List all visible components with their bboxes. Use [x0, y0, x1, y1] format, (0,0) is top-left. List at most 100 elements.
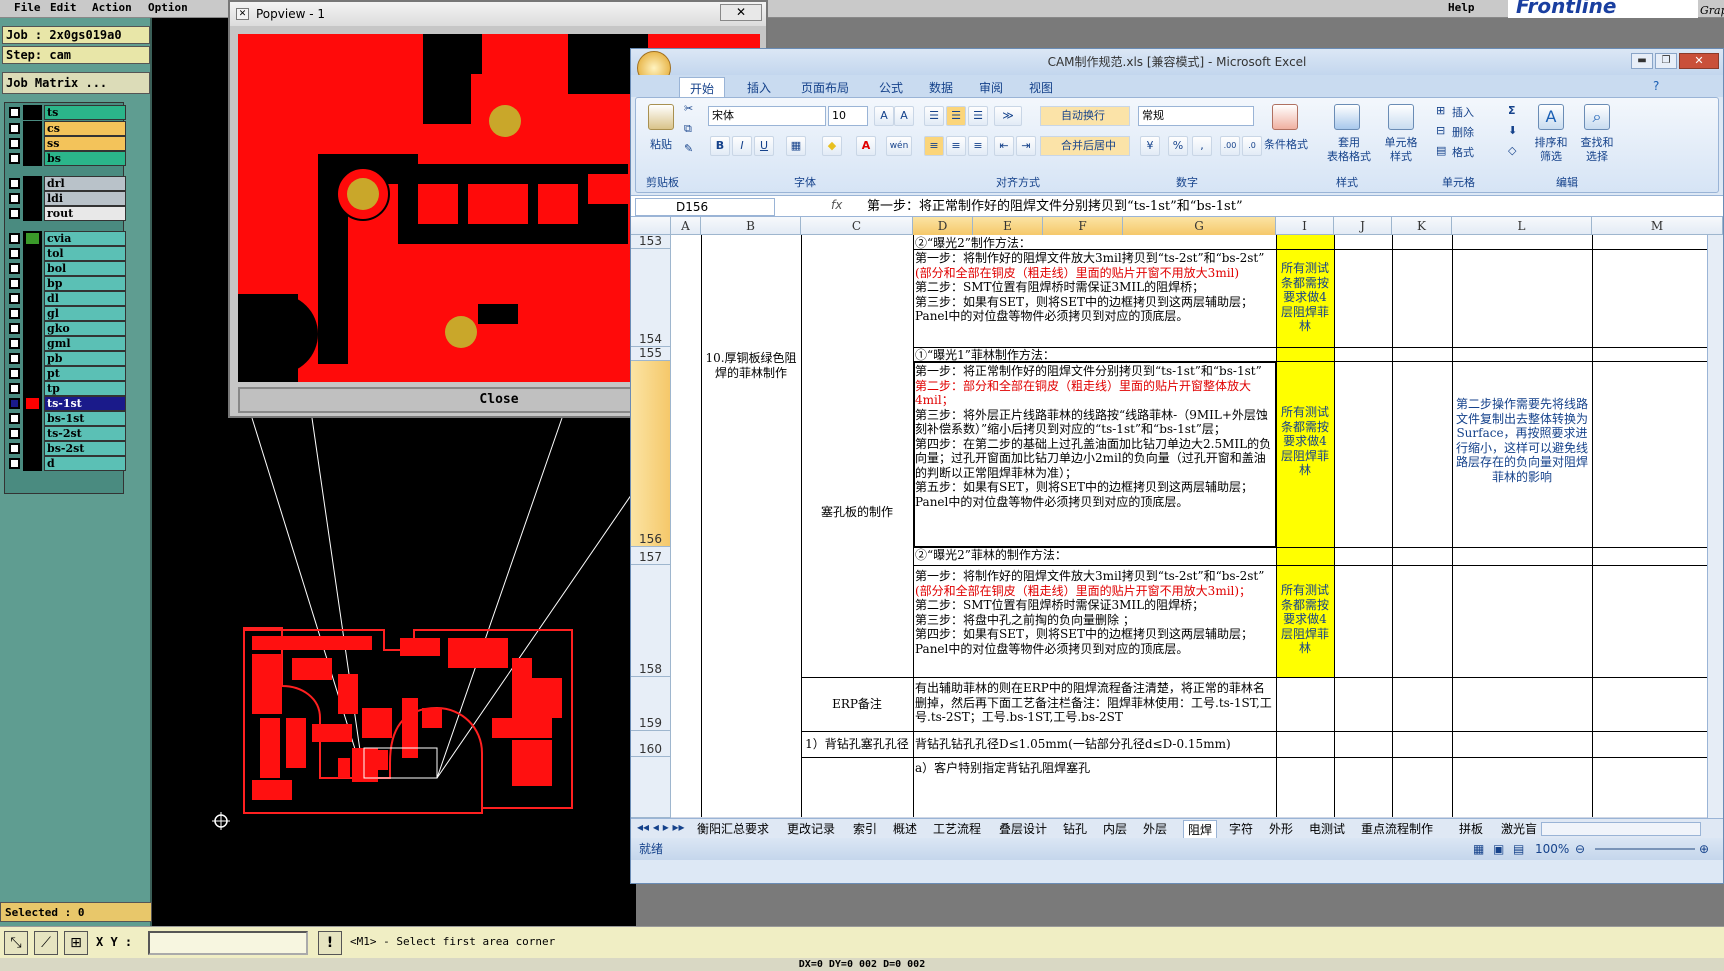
layer-row-bs-1st[interactable]: bs-1st	[7, 411, 126, 426]
layer-row-d[interactable]: d	[7, 456, 126, 471]
align-left-icon[interactable]: ≡	[924, 136, 944, 156]
conditional-format-icon[interactable]	[1272, 104, 1298, 130]
zoom-in-icon[interactable]: ⊕	[1699, 838, 1709, 860]
layer-color-swatch[interactable]	[23, 191, 42, 206]
layer-name[interactable]: rout	[44, 206, 126, 221]
layer-checkbox[interactable]	[9, 263, 20, 274]
layer-checkbox[interactable]	[9, 308, 20, 319]
cut-icon[interactable]: ✂	[684, 102, 693, 115]
cell-b155[interactable]: 10.厚铜板绿色阻焊的菲林制作	[705, 351, 797, 380]
grid-icon[interactable]: ⊞	[64, 931, 88, 955]
find-select-icon[interactable]: ⌕	[1584, 104, 1610, 130]
increase-indent-icon[interactable]: ⇥	[1016, 136, 1036, 156]
sheet-tab-7[interactable]: 钻孔	[1063, 820, 1087, 837]
layer-name[interactable]: bs-1st	[44, 411, 126, 426]
layer-color-swatch[interactable]	[23, 176, 42, 191]
wrap-text-button[interactable]: 自动换行	[1040, 106, 1130, 126]
name-box[interactable]: D156	[635, 198, 775, 216]
layer-checkbox[interactable]	[9, 413, 20, 424]
row-header-158[interactable]: 158	[631, 565, 671, 677]
row-header-153[interactable]: 153	[631, 234, 671, 249]
row-header-155[interactable]: 155	[631, 346, 671, 361]
row-header-160[interactable]: 160	[631, 731, 671, 757]
cell-styles-button[interactable]: 单元格 样式	[1378, 136, 1424, 164]
comma-icon[interactable]: ,	[1192, 136, 1212, 156]
view-normal-icon[interactable]: ▦	[1473, 838, 1484, 860]
layer-name[interactable]: drl	[44, 176, 126, 191]
layer-color-swatch[interactable]	[23, 291, 42, 306]
layer-name[interactable]: cs	[44, 121, 126, 136]
layer-name[interactable]: ldi	[44, 191, 126, 206]
row-header-156[interactable]: 156	[631, 361, 671, 547]
increase-decimal-icon[interactable]: .00	[1220, 136, 1240, 156]
col-header-k[interactable]: K	[1392, 217, 1452, 235]
format-painter-icon[interactable]: ✎	[684, 142, 693, 155]
layer-checkbox[interactable]	[9, 353, 20, 364]
layer-checkbox[interactable]	[9, 138, 20, 149]
col-header-a[interactable]: A	[671, 217, 701, 235]
view-page-break-icon[interactable]: ▤	[1513, 838, 1524, 860]
sheet-tab-1[interactable]: 衡阳汇总要求	[697, 820, 769, 837]
layer-checkbox[interactable]	[9, 123, 20, 134]
merge-center-button[interactable]: 合并后居中	[1040, 136, 1130, 156]
minimize-icon[interactable]: ▬	[1631, 53, 1653, 69]
conditional-format-button[interactable]: 条件格式	[1258, 136, 1314, 152]
align-bottom-icon[interactable]: ☰	[968, 106, 988, 126]
layer-row-ts-2st[interactable]: ts-2st	[7, 426, 126, 441]
layer-name[interactable]: tol	[44, 246, 126, 261]
sheet-tab-13[interactable]: 电测试	[1309, 820, 1345, 837]
zoom-area-icon[interactable]: ⤡	[4, 931, 28, 955]
layer-name[interactable]: pt	[44, 366, 126, 381]
layer-name[interactable]: ss	[44, 136, 126, 151]
col-header-j[interactable]: J	[1334, 217, 1392, 235]
alert-icon[interactable]: !	[318, 931, 342, 955]
menu-option[interactable]: Option	[148, 1, 188, 14]
layer-row-drl[interactable]: drl	[7, 176, 126, 191]
row-header-159[interactable]: 159	[631, 677, 671, 731]
sheet-tab-9[interactable]: 外层	[1143, 820, 1167, 837]
col-header-c[interactable]: C	[801, 217, 913, 235]
col-header-g[interactable]: G	[1123, 217, 1276, 235]
tab-home[interactable]: 开始	[679, 77, 726, 99]
sheet-tab-11[interactable]: 字符	[1229, 820, 1253, 837]
layer-color-swatch[interactable]	[23, 306, 42, 321]
decrease-indent-icon[interactable]: ⇤	[994, 136, 1014, 156]
layer-checkbox[interactable]	[9, 233, 20, 244]
layer-name[interactable]: cvia	[44, 231, 126, 246]
layer-name[interactable]: bp	[44, 276, 126, 291]
layer-row-ts-1st[interactable]: ts-1st	[7, 396, 126, 411]
col-header-f[interactable]: F	[1043, 217, 1123, 235]
view-page-layout-icon[interactable]: ▣	[1493, 838, 1504, 860]
layer-row-rout[interactable]: rout	[7, 206, 126, 221]
layer-color-swatch[interactable]	[23, 351, 42, 366]
layer-name[interactable]: d	[44, 456, 126, 471]
cell-styles-icon[interactable]	[1388, 104, 1414, 130]
xy-input[interactable]	[148, 931, 308, 955]
col-header-b[interactable]: B	[701, 217, 801, 235]
italic-icon[interactable]: I	[732, 136, 752, 156]
zoom-level[interactable]: 100%	[1535, 838, 1569, 860]
layer-row-gml[interactable]: gml	[7, 336, 126, 351]
layer-color-swatch[interactable]	[23, 321, 42, 336]
underline-icon[interactable]: U	[754, 136, 774, 156]
layer-name[interactable]: ts-2st	[44, 426, 126, 441]
layer-checkbox[interactable]	[9, 193, 20, 204]
sheet-tab-2[interactable]: 更改记录	[787, 820, 835, 837]
currency-icon[interactable]: ¥	[1140, 136, 1160, 156]
layer-row-ss[interactable]: ss	[7, 136, 126, 151]
layer-color-swatch[interactable]	[23, 396, 42, 411]
layer-name[interactable]: dl	[44, 291, 126, 306]
layer-checkbox[interactable]	[9, 107, 20, 118]
sort-filter-button[interactable]: 排序和 筛选	[1530, 136, 1572, 164]
grow-font-icon[interactable]: A	[874, 106, 894, 126]
layer-name[interactable]: pb	[44, 351, 126, 366]
zoom-slider[interactable]	[1595, 848, 1695, 850]
layer-checkbox[interactable]	[9, 443, 20, 454]
tab-page-layout[interactable]: 页面布局	[801, 79, 849, 96]
layer-color-swatch[interactable]	[23, 366, 42, 381]
fill-icon[interactable]: ⬇	[1508, 124, 1517, 137]
layer-color-swatch[interactable]	[23, 151, 42, 166]
layer-name[interactable]: bs-2st	[44, 441, 126, 456]
layer-color-swatch[interactable]	[23, 411, 42, 426]
close-icon[interactable]: ✕	[1679, 53, 1719, 69]
